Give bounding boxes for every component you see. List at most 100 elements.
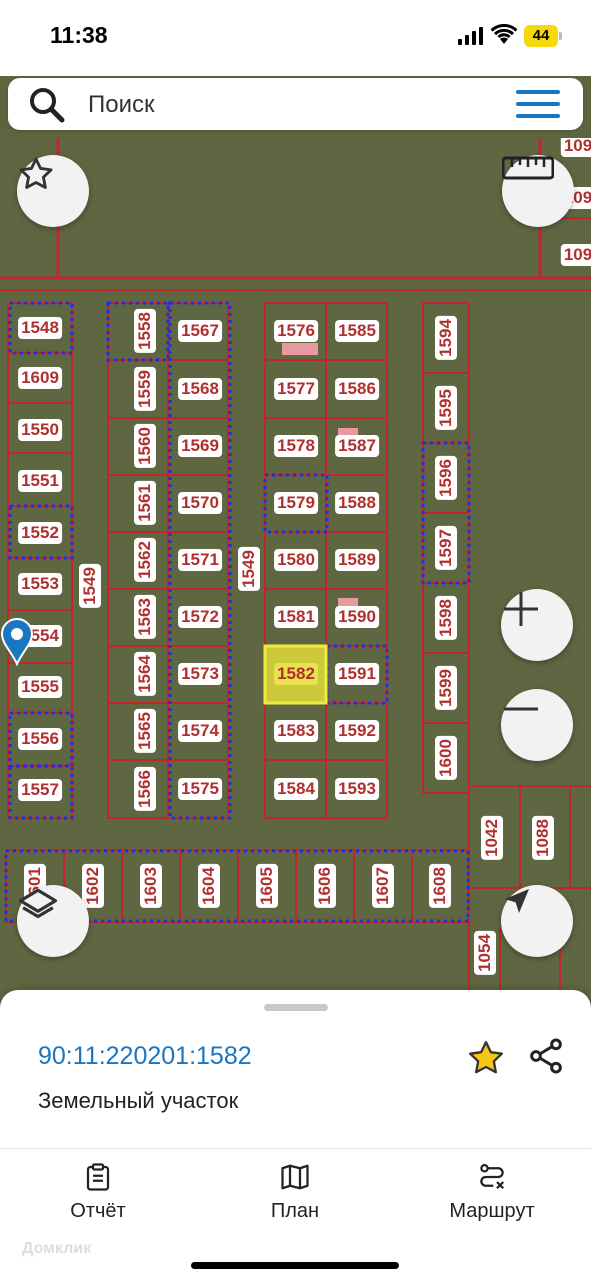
clipboard-icon bbox=[86, 1163, 110, 1191]
parcel-label[interactable]: 1593 bbox=[335, 778, 379, 800]
parcel-label[interactable]: 1598 bbox=[435, 596, 457, 640]
parcel-label[interactable]: 1549 bbox=[79, 564, 101, 608]
parcel-label[interactable]: 1559 bbox=[134, 367, 156, 411]
navigation-arrow-icon bbox=[505, 889, 529, 913]
home-indicator[interactable] bbox=[191, 1262, 399, 1269]
parcel-label[interactable]: 1595 bbox=[435, 386, 457, 430]
parcel-label[interactable]: 1579 bbox=[274, 492, 318, 514]
parcel-label[interactable]: 1581 bbox=[274, 606, 318, 628]
parcel-label[interactable]: 1553 bbox=[18, 573, 62, 595]
parcel-label[interactable]: 109 bbox=[560, 244, 591, 266]
parcel-label[interactable]: 1578 bbox=[274, 435, 318, 457]
parcel-label[interactable]: 1573 bbox=[178, 663, 222, 685]
parcel-label[interactable]: 1597 bbox=[435, 526, 457, 570]
cadastral-map[interactable]: 1548 1609 1550 1551 1552 1553 1554 1555 … bbox=[0, 138, 591, 998]
parcel-label[interactable]: 1564 bbox=[134, 652, 156, 696]
parcel-label[interactable]: 1591 bbox=[335, 663, 379, 685]
parcel-label[interactable]: 1588 bbox=[335, 492, 379, 514]
tab-plan-label: План bbox=[270, 1200, 320, 1222]
search-bar[interactable]: Поиск bbox=[8, 78, 583, 130]
status-time: 11:38 bbox=[50, 22, 108, 48]
parcel-type: Земельный участок bbox=[38, 1088, 239, 1113]
layers-button[interactable] bbox=[17, 885, 89, 957]
sheet-drag-handle[interactable] bbox=[264, 1004, 328, 1011]
parcel-label[interactable]: 1551 bbox=[18, 470, 62, 492]
cadastral-number[interactable]: 90:11:220201:1582 bbox=[38, 1042, 252, 1071]
parcel-label[interactable]: 1604 bbox=[198, 864, 220, 908]
favorite-star-icon[interactable] bbox=[466, 1038, 506, 1078]
parcel-label[interactable]: 1589 bbox=[335, 549, 379, 571]
favorites-button[interactable] bbox=[17, 155, 89, 227]
parcel-label[interactable]: 1590 bbox=[335, 606, 379, 628]
parcel-label[interactable]: 1583 bbox=[274, 720, 318, 742]
parcel-label[interactable]: 1602 bbox=[82, 864, 104, 908]
plus-icon bbox=[504, 592, 538, 626]
selected-parcel-label[interactable]: 1582 bbox=[274, 663, 318, 685]
parcel-label[interactable]: 1576 bbox=[274, 320, 318, 342]
parcel-label[interactable]: 1596 bbox=[435, 456, 457, 500]
parcel-label[interactable]: 1552 bbox=[18, 522, 62, 544]
my-location-button[interactable] bbox=[501, 885, 573, 957]
search-input[interactable]: Поиск bbox=[88, 91, 155, 119]
share-icon[interactable] bbox=[526, 1036, 566, 1076]
parcel-label[interactable]: 1549 bbox=[238, 547, 260, 591]
parcel-label[interactable]: 1605 bbox=[256, 864, 278, 908]
search-icon bbox=[30, 88, 65, 123]
parcel-label[interactable]: 1609 bbox=[18, 367, 62, 389]
parcel-label[interactable]: 1572 bbox=[178, 606, 222, 628]
parcel-label[interactable]: 1608 bbox=[429, 864, 451, 908]
tab-route[interactable]: Маршрут bbox=[412, 1162, 572, 1223]
parcel-label[interactable]: 1584 bbox=[274, 778, 318, 800]
parcel-label[interactable]: 1594 bbox=[435, 316, 457, 360]
parcel-label[interactable]: 1574 bbox=[178, 720, 222, 742]
parcel-label[interactable]: 1586 bbox=[335, 378, 379, 400]
parcel-label[interactable]: 1571 bbox=[178, 549, 222, 571]
battery-tip bbox=[559, 32, 562, 40]
ruler-button[interactable] bbox=[502, 155, 574, 227]
parcel-label[interactable]: 1550 bbox=[18, 419, 62, 441]
parcel-label[interactable]: 1562 bbox=[134, 538, 156, 582]
tab-report-label: Отчёт bbox=[70, 1200, 126, 1222]
parcel-label[interactable]: 1561 bbox=[134, 481, 156, 525]
parcel-label[interactable]: 1563 bbox=[134, 595, 156, 639]
parcel-label[interactable]: 1567 bbox=[178, 320, 222, 342]
star-outline-icon bbox=[19, 157, 53, 189]
layers-icon bbox=[18, 888, 58, 919]
parcel-label[interactable]: 1565 bbox=[134, 709, 156, 753]
parcel-label[interactable]: 1587 bbox=[335, 435, 379, 457]
parcel-label[interactable]: 1560 bbox=[134, 424, 156, 468]
parcel-label[interactable]: 1603 bbox=[140, 864, 162, 908]
parcel-label[interactable]: 1556 bbox=[18, 728, 62, 750]
parcel-label[interactable]: 1555 bbox=[18, 676, 62, 698]
parcel-info-sheet[interactable]: 90:11:220201:1582 Земельный участок Отчё… bbox=[0, 990, 591, 1280]
parcel-label[interactable]: 1585 bbox=[335, 320, 379, 342]
parcel-label[interactable]: 1577 bbox=[274, 378, 318, 400]
location-pin-icon bbox=[0, 618, 34, 666]
parcel-label[interactable]: 1600 bbox=[435, 736, 457, 780]
parcel-label[interactable]: 1569 bbox=[178, 435, 222, 457]
parcel-label[interactable]: 1042 bbox=[481, 816, 503, 860]
parcel-label[interactable]: 1575 bbox=[178, 778, 222, 800]
tab-plan[interactable]: План bbox=[215, 1162, 375, 1223]
wifi-icon bbox=[491, 24, 517, 44]
parcel-label[interactable]: 1580 bbox=[274, 549, 318, 571]
hamburger-menu-icon[interactable] bbox=[516, 88, 560, 120]
parcel-label[interactable]: 1558 bbox=[134, 309, 156, 353]
zoom-in-button[interactable] bbox=[501, 589, 573, 661]
tab-report[interactable]: Отчёт bbox=[18, 1162, 178, 1223]
parcel-label[interactable]: 1568 bbox=[178, 378, 222, 400]
zoom-out-button[interactable] bbox=[501, 689, 573, 761]
minus-icon bbox=[504, 707, 538, 711]
parcel-label[interactable]: 1088 bbox=[532, 816, 554, 860]
parcel-label[interactable]: 109 bbox=[560, 138, 591, 157]
parcel-label[interactable]: 1607 bbox=[372, 864, 394, 908]
parcel-label[interactable]: 1599 bbox=[435, 666, 457, 710]
parcel-label[interactable]: 1557 bbox=[18, 779, 62, 801]
parcel-label[interactable]: 1548 bbox=[18, 317, 62, 339]
parcel-label[interactable]: 1606 bbox=[314, 864, 336, 908]
parcel-label[interactable]: 1570 bbox=[178, 492, 222, 514]
parcel-label[interactable]: 1566 bbox=[134, 767, 156, 811]
battery-indicator: 44 bbox=[524, 25, 558, 47]
parcel-label[interactable]: 1592 bbox=[335, 720, 379, 742]
parcel-label[interactable]: 1054 bbox=[474, 931, 496, 975]
